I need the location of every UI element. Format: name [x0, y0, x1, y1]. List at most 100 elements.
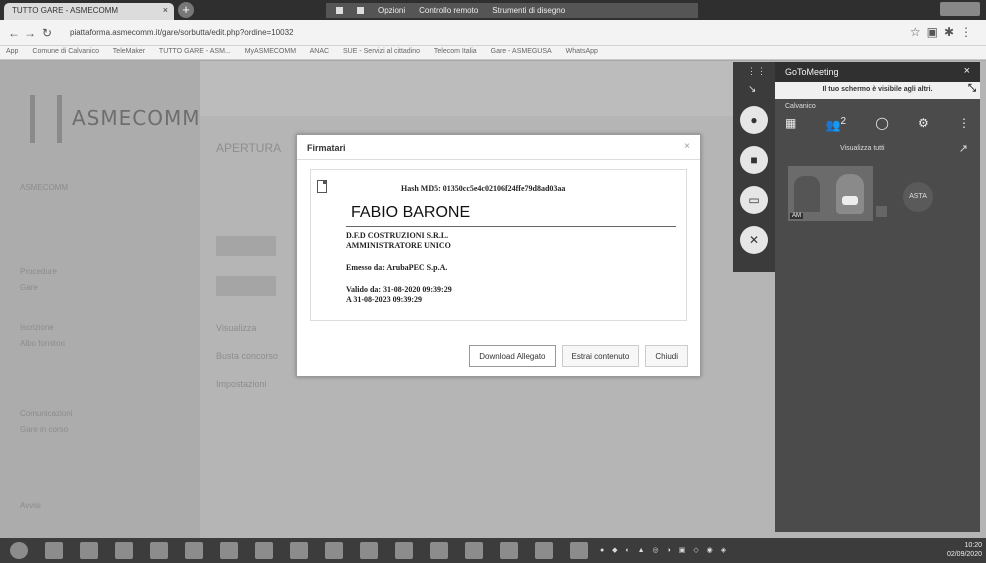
taskbar-app-icon[interactable] [220, 542, 238, 559]
logo-text: ASMECOMM [72, 106, 201, 130]
sidebar-item[interactable]: Gare [20, 283, 38, 292]
participants-count: 2 [840, 116, 847, 127]
taskbar-app-icon[interactable] [430, 542, 448, 559]
taskbar-app-icon[interactable] [325, 542, 343, 559]
clock[interactable]: 10:20 02/09/2020 [947, 541, 982, 559]
taskbar-app-icon[interactable] [465, 542, 483, 559]
tab-title: TUTTO GARE - ASMECOMM [12, 6, 119, 15]
gotomeeting-title[interactable]: GoToMeeting [785, 67, 839, 77]
bookmark-item[interactable]: Telecom Italia [434, 48, 477, 55]
signature-box: Hash MD5: 01350cc5e4c02106f24ffe79d8ad03… [310, 169, 687, 321]
video-options-icon[interactable] [876, 206, 887, 217]
collapse-arrow-icon[interactable]: ↘ [748, 84, 756, 95]
taskbar-app-icon[interactable] [45, 542, 63, 559]
ghost-line: Visualizza [216, 323, 257, 333]
video-label: AM [790, 213, 803, 219]
popout-icon[interactable]: ↗ [959, 142, 968, 155]
settings-icon[interactable]: ⚙ [918, 116, 929, 136]
system-tray[interactable]: ● ◆ ◐ ▲ ◎ ◑ ▣ ◇ ◉ ◈ [600, 546, 729, 554]
taskbar-app-icon[interactable] [360, 542, 378, 559]
gotomeeting-header: GoToMeeting × [775, 62, 980, 82]
sidebar-item[interactable]: Avvisi [20, 501, 41, 510]
download-attachment-button[interactable]: Download Allegato [469, 345, 556, 367]
certificate-issuer: Emesso da: ArubaPEC S.p.A. [346, 263, 448, 272]
taskbar-app-icon[interactable] [255, 542, 273, 559]
window-controls[interactable] [940, 2, 980, 16]
resize-icon[interactable]: ⤡ [968, 83, 976, 94]
taskbar-app-icon[interactable] [500, 542, 518, 559]
sidebar-item[interactable]: Albo fornitori [20, 339, 65, 348]
bookmark-item[interactable]: WhatsApp [566, 48, 598, 55]
bookmark-item[interactable]: Comune di Calvanico [32, 48, 99, 55]
bookmarks-bar: App Comune di Calvanico TeleMaker TUTTO … [0, 46, 986, 60]
taskbar-app-icon[interactable] [150, 542, 168, 559]
taskbar-app-icon[interactable] [290, 542, 308, 559]
ghost-bar [216, 276, 276, 296]
participants-icon[interactable]: 👥2 [826, 116, 847, 136]
microphone-icon[interactable]: ● [740, 106, 768, 134]
taskbar-app-icon[interactable] [115, 542, 133, 559]
windows-taskbar: ● ◆ ◐ ▲ ◎ ◑ ▣ ◇ ◉ ◈ 10:20 02/09/2020 [0, 538, 986, 563]
attendee-avatar[interactable]: ASTA [903, 182, 933, 212]
chat-icon[interactable]: ◯ [875, 116, 888, 136]
sidebar-item[interactable]: Comunicazioni [20, 409, 72, 418]
leave-meeting-icon[interactable]: ✕ [740, 226, 768, 254]
bookmark-item[interactable]: App [6, 48, 18, 55]
back-icon[interactable]: ← [8, 26, 20, 40]
taskbar-app-icon[interactable] [185, 542, 203, 559]
signers-dialog: Firmatari × Hash MD5: 01350cc5e4c02106f2… [296, 134, 701, 377]
bookmark-item[interactable]: MyASMECOMM [245, 48, 296, 55]
camera-icon[interactable]: ■ [740, 146, 768, 174]
browser-tab[interactable]: TUTTO GARE - ASMECOMM × [4, 3, 174, 20]
view-all-dropdown[interactable]: Visualizza tutti [840, 145, 885, 152]
close-icon[interactable]: × [684, 141, 690, 152]
bookmark-item[interactable]: TeleMaker [113, 48, 145, 55]
bookmark-item[interactable]: ANAC [310, 48, 329, 55]
drawing-tools-menu[interactable]: Strumenti di disegno [492, 6, 565, 15]
new-tab-button[interactable]: + [178, 2, 194, 18]
sidebar: ASMECOMM ASMECOMM Procedure Gare Iscrizi… [0, 61, 200, 538]
ghost-line: Impostazioni [216, 379, 267, 389]
address-bar: ← → ↻ piattaforma.asmecomm.it/gare/sorbu… [0, 20, 986, 46]
participant-video[interactable]: AM [788, 166, 873, 221]
taskbar-app-icon[interactable] [80, 542, 98, 559]
bookmark-item[interactable]: SUE - Servizi al cittadino [343, 48, 420, 55]
more-icon[interactable]: ⋮ [958, 116, 970, 136]
extract-content-button[interactable]: Estrai contenuto [561, 345, 640, 367]
valid-from: Valido da: 31-08-2020 09:39:29 [346, 285, 452, 294]
start-icon[interactable] [10, 542, 28, 559]
grid-view-icon[interactable]: ▦ [785, 116, 796, 136]
signer-role: AMMINISTRATORE UNICO [346, 241, 451, 250]
sidebar-item[interactable]: Gare in corso [20, 425, 68, 434]
remote-control-menu[interactable]: Controllo remoto [419, 6, 478, 15]
tab-close-icon[interactable]: × [163, 5, 168, 15]
taskbar-app-icon[interactable] [395, 542, 413, 559]
bookmark-item[interactable]: Gare - ASMEGUSA [491, 48, 552, 55]
browser-actions[interactable]: ☆▣✱⋮ [910, 25, 978, 39]
ghost-line: Busta concorso [216, 351, 279, 361]
pause-icon[interactable] [336, 7, 343, 14]
sidebar-item[interactable]: Procedure [20, 267, 57, 276]
sidebar-item[interactable]: Iscrizione [20, 323, 54, 332]
drag-handle-icon[interactable]: ⋮⋮ [747, 66, 767, 77]
meeting-room-name: Calvanico [785, 103, 816, 110]
close-icon[interactable]: × [964, 65, 970, 77]
share-options-menu[interactable]: Opzioni [378, 6, 405, 15]
forward-icon[interactable]: → [24, 26, 36, 40]
content-header [200, 61, 770, 116]
taskbar-app-icon[interactable] [570, 542, 588, 559]
taskbar-app-icon[interactable] [535, 542, 553, 559]
gotomeeting-panel: GoToMeeting × Il tuo schermo è visibile … [775, 62, 980, 532]
close-button[interactable]: Chiudi [645, 345, 688, 367]
browser-tab-bar: TUTTO GARE - ASMECOMM × + Opzioni Contro… [0, 0, 986, 20]
bookmark-item[interactable]: TUTTO GARE - ASM... [159, 48, 231, 55]
clock-time: 10:20 [964, 542, 982, 549]
stop-icon[interactable] [357, 7, 364, 14]
screen-share-icon[interactable]: ▭ [740, 186, 768, 214]
reload-icon[interactable]: ↻ [42, 26, 52, 40]
sidebar-item[interactable]: ASMECOMM [20, 183, 68, 192]
ghost-bar [216, 236, 276, 256]
participant-figure [794, 176, 820, 212]
divider [346, 226, 676, 227]
url-field[interactable]: piattaforma.asmecomm.it/gare/sorbutta/ed… [70, 24, 870, 42]
